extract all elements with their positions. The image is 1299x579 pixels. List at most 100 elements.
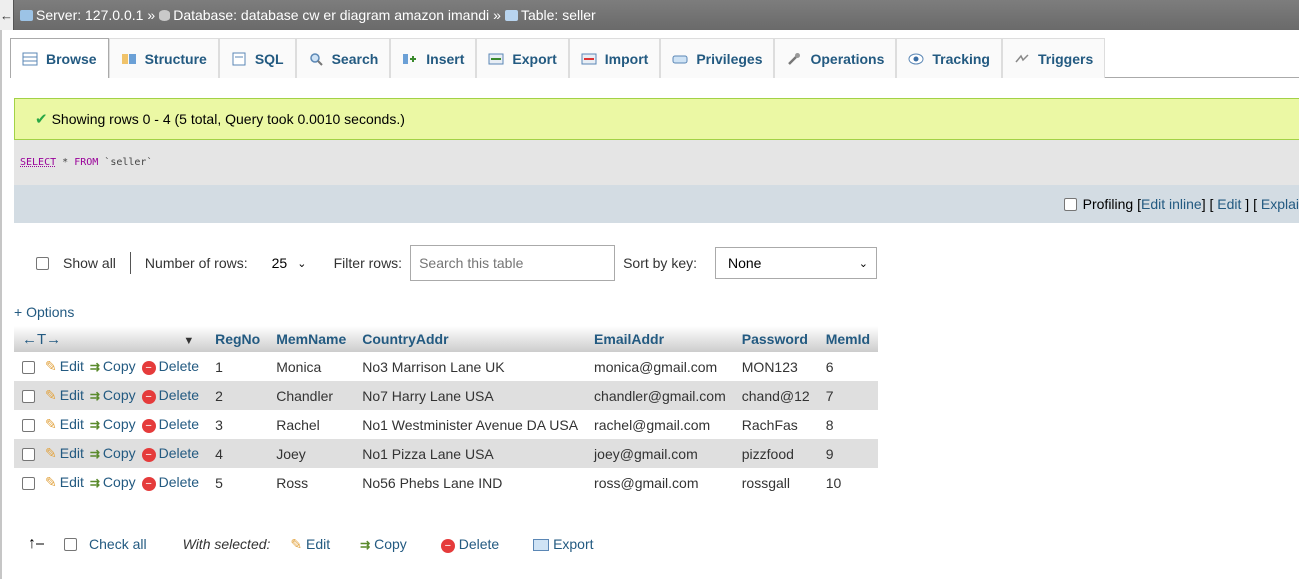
row-delete-link[interactable]: − Delete bbox=[141, 387, 199, 404]
cell-memname[interactable]: Joey bbox=[268, 439, 355, 468]
edit-inline-link[interactable]: Edit inline bbox=[1141, 196, 1202, 212]
tab-export[interactable]: Export bbox=[476, 38, 569, 78]
cell-regno[interactable]: 5 bbox=[207, 468, 269, 497]
row-edit-link[interactable]: ✎ Edit bbox=[45, 387, 84, 403]
row-delete-link[interactable]: − Delete bbox=[141, 474, 199, 491]
cell-password[interactable]: rossgall bbox=[733, 468, 818, 497]
triggers-icon bbox=[1015, 53, 1029, 62]
breadcrumb-server[interactable]: Server: 127.0.0.1 bbox=[20, 7, 143, 23]
row-delete-link[interactable]: − Delete bbox=[141, 358, 199, 375]
row-edit-link[interactable]: ✎ Edit bbox=[45, 445, 84, 461]
options-link[interactable]: + Options bbox=[14, 304, 74, 320]
cell-countryaddr[interactable]: No56 Phebs Lane IND bbox=[354, 468, 587, 497]
cell-memname[interactable]: Rachel bbox=[268, 410, 355, 439]
breadcrumb-table[interactable]: Table: seller bbox=[504, 7, 596, 23]
cell-memid[interactable]: 9 bbox=[817, 439, 879, 468]
tab-privileges[interactable]: Privileges bbox=[660, 38, 775, 78]
cell-memid[interactable]: 7 bbox=[817, 381, 879, 410]
cell-regno[interactable]: 4 bbox=[207, 439, 269, 468]
tab-operations[interactable]: Operations bbox=[774, 38, 897, 78]
row-copy-link[interactable]: ⇉ Copy bbox=[90, 358, 136, 374]
row-edit-link[interactable]: ✎ Edit bbox=[45, 474, 84, 490]
back-arrow-icon[interactable]: ← bbox=[0, 0, 14, 30]
bulk-edit-button[interactable]: ✎ Edit bbox=[290, 536, 330, 553]
sort-triangle-icon[interactable]: ▼ bbox=[183, 335, 194, 347]
cell-memname[interactable]: Chandler bbox=[268, 381, 355, 410]
row-copy-link[interactable]: ⇉ Copy bbox=[90, 474, 136, 490]
column-header-memname[interactable]: MemName bbox=[268, 326, 355, 352]
tab-structure[interactable]: Structure bbox=[108, 38, 219, 78]
tab-label: Search bbox=[331, 50, 379, 67]
cell-password[interactable]: RachFas bbox=[733, 410, 818, 439]
explain-link[interactable]: Explai bbox=[1261, 196, 1299, 212]
show-all-checkbox[interactable] bbox=[36, 256, 49, 270]
cell-memname[interactable]: Monica bbox=[268, 352, 355, 381]
cell-countryaddr[interactable]: No7 Harry Lane USA bbox=[354, 381, 587, 410]
row-edit-link[interactable]: ✎ Edit bbox=[45, 416, 84, 432]
cell-emailaddr[interactable]: monica@gmail.com bbox=[586, 352, 734, 381]
row-delete-link[interactable]: − Delete bbox=[141, 445, 199, 462]
sort-by-key-select[interactable]: None ⌄ bbox=[715, 247, 877, 279]
row-edit-link[interactable]: ✎ Edit bbox=[45, 358, 84, 374]
cell-password[interactable]: chand@12 bbox=[733, 381, 818, 410]
table-row[interactable]: ✎ Edit ⇉ Copy − Delete 4 Joey No1 Pizza Lane USA… bbox=[14, 439, 879, 468]
column-resize-arrows[interactable]: ←T→ ▼ bbox=[14, 326, 208, 352]
cell-memid[interactable]: 8 bbox=[817, 410, 879, 439]
table-row[interactable]: ✎ Edit ⇉ Copy − Delete 1 Monica No3 Marrison Lan… bbox=[14, 352, 879, 381]
tab-sql[interactable]: SQL bbox=[218, 38, 296, 78]
cell-regno[interactable]: 3 bbox=[207, 410, 269, 439]
tab-tracking[interactable]: Tracking bbox=[896, 38, 1002, 78]
column-header-countryaddr[interactable]: CountryAddr bbox=[354, 326, 587, 352]
cell-regno[interactable]: 1 bbox=[207, 352, 269, 381]
column-header-emailaddr[interactable]: EmailAddr bbox=[586, 326, 734, 352]
bulk-export-button[interactable]: Export bbox=[533, 536, 594, 552]
profiling-checkbox[interactable] bbox=[1063, 197, 1077, 211]
edit-link[interactable]: Edit bbox=[1217, 196, 1241, 212]
column-header-regno[interactable]: RegNo bbox=[207, 326, 269, 352]
cell-countryaddr[interactable]: No3 Marrison Lane UK bbox=[354, 352, 587, 381]
cell-memid[interactable]: 10 bbox=[817, 468, 879, 497]
cell-memid[interactable]: 6 bbox=[817, 352, 879, 381]
cell-countryaddr[interactable]: No1 Pizza Lane USA bbox=[354, 439, 587, 468]
row-checkbox[interactable] bbox=[22, 447, 35, 461]
column-header-memid[interactable]: MemId bbox=[817, 326, 879, 352]
cell-countryaddr[interactable]: No1 Westminister Avenue DA USA bbox=[354, 410, 587, 439]
table-row[interactable]: ✎ Edit ⇉ Copy − Delete 5 Ross No56 Phebs Lane IN… bbox=[14, 468, 879, 497]
cell-memname[interactable]: Ross bbox=[268, 468, 355, 497]
row-checkbox[interactable] bbox=[22, 418, 35, 432]
cell-emailaddr[interactable]: rachel@gmail.com bbox=[586, 410, 734, 439]
row-copy-link[interactable]: ⇉ Copy bbox=[90, 445, 136, 461]
row-delete-link[interactable]: − Delete bbox=[141, 416, 199, 433]
tab-insert[interactable]: Insert bbox=[390, 38, 477, 78]
cell-emailaddr[interactable]: ross@gmail.com bbox=[586, 468, 734, 497]
row-copy-link[interactable]: ⇉ Copy bbox=[90, 416, 136, 432]
check-all-checkbox[interactable] bbox=[64, 537, 78, 551]
check-all-label[interactable]: Check all bbox=[89, 536, 147, 552]
bulk-copy-button[interactable]: ⇉ Copy bbox=[360, 536, 407, 552]
row-copy-link[interactable]: ⇉ Copy bbox=[90, 387, 136, 403]
breadcrumb-database[interactable]: Database: database cw er diagram amazon … bbox=[159, 7, 489, 23]
tab-triggers[interactable]: Triggers bbox=[1001, 38, 1106, 78]
tab-browse[interactable]: Browse bbox=[10, 38, 109, 78]
cell-password[interactable]: pizzfood bbox=[733, 439, 818, 468]
cell-emailaddr[interactable]: chandler@gmail.com bbox=[586, 381, 734, 410]
pencil-icon: ✎ bbox=[290, 535, 303, 552]
number-of-rows-select[interactable]: 25 ⌄ bbox=[260, 250, 310, 276]
sort-by-key-value: None bbox=[728, 255, 762, 271]
cell-emailaddr[interactable]: joey@gmail.com bbox=[586, 439, 734, 468]
row-checkbox[interactable] bbox=[22, 476, 35, 490]
table-row[interactable]: ✎ Edit ⇉ Copy − Delete 3 Rachel No1 Westminister… bbox=[14, 410, 879, 439]
bulk-delete-button[interactable]: − Delete bbox=[440, 536, 499, 553]
breadcrumb: ← Server: 127.0.0.1 » Database: database… bbox=[0, 0, 1299, 30]
tab-import[interactable]: Import bbox=[568, 38, 661, 78]
cell-password[interactable]: MON123 bbox=[733, 352, 818, 381]
row-checkbox[interactable] bbox=[22, 389, 35, 403]
sql-keyword-select[interactable]: SELECT bbox=[20, 157, 56, 168]
column-header-password[interactable]: Password bbox=[733, 326, 818, 352]
filter-rows-input[interactable]: Search this table bbox=[410, 245, 616, 281]
tab-search[interactable]: Search bbox=[295, 38, 391, 78]
row-checkbox[interactable] bbox=[22, 360, 35, 374]
table-row[interactable]: ✎ Edit ⇉ Copy − Delete 2 Chandler No7 Harry Lane… bbox=[14, 381, 879, 410]
bracket: ] [ bbox=[1201, 196, 1218, 212]
cell-regno[interactable]: 2 bbox=[207, 381, 269, 410]
